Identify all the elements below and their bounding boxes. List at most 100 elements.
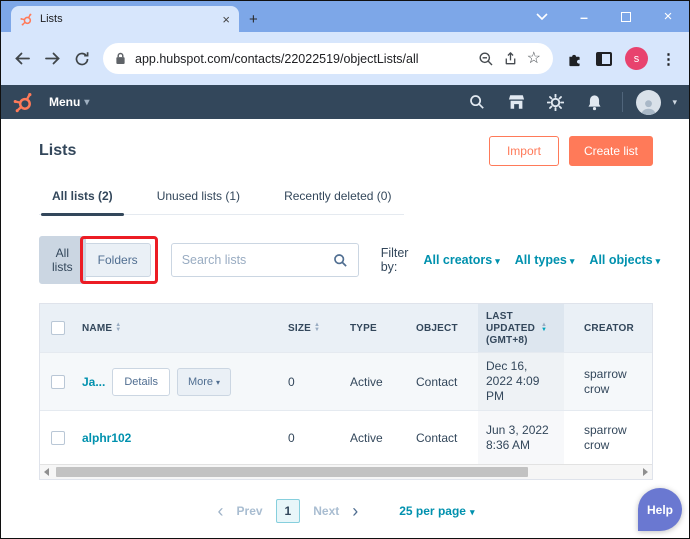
tab-close-icon[interactable]: ×	[222, 13, 230, 26]
timezone-label: (GMT+8)	[486, 335, 528, 346]
more-label: More	[187, 375, 214, 388]
folders-toggle-button[interactable]: Folders	[85, 243, 151, 277]
zoom-out-icon[interactable]	[478, 51, 494, 67]
settings-gear-icon[interactable]	[540, 93, 570, 111]
side-panel-icon[interactable]	[596, 51, 612, 66]
creator-cell: sparrow crow	[584, 422, 627, 452]
row-checkbox[interactable]	[51, 374, 65, 389]
extensions-puzzle-icon[interactable]	[566, 50, 583, 67]
search-icon[interactable]	[462, 94, 492, 110]
browser-toolbar: app.hubspot.com/contacts/22022519/object…	[1, 32, 689, 85]
column-header-last-updated[interactable]: LAST UPDATED ▲ ▼ (GMT+8)	[478, 304, 564, 352]
new-tab-button[interactable]: +	[249, 12, 258, 27]
import-button[interactable]: Import	[488, 136, 559, 166]
size-cell: 0	[288, 374, 295, 389]
object-cell: Contact	[416, 374, 458, 389]
menu-button[interactable]: Menu ▾	[49, 95, 89, 109]
window-menu-chevron-icon[interactable]	[521, 1, 563, 32]
horizontal-scrollbar[interactable]	[40, 464, 652, 479]
type-cell: Active	[350, 374, 383, 389]
column-header-object[interactable]: OBJECT	[410, 304, 478, 352]
size-cell: 0	[288, 430, 295, 445]
lists-page: Lists Import Create list All lists (2) U…	[1, 119, 689, 538]
filter-all-types[interactable]: All types ▾	[515, 253, 575, 267]
forward-icon[interactable]	[44, 51, 61, 66]
tab-recently-deleted[interactable]: Recently deleted (0)	[271, 180, 404, 214]
per-page-dropdown[interactable]: 25 per page ▾	[399, 504, 474, 518]
search-lists-input[interactable]	[181, 253, 327, 267]
object-cell: Contact	[416, 430, 458, 445]
browser-tab[interactable]: Lists ×	[11, 6, 239, 32]
url-text[interactable]: app.hubspot.com/contacts/22022519/object…	[135, 52, 469, 66]
browser-menu-dots-icon[interactable]: ⋮	[661, 50, 676, 68]
sort-icon[interactable]: ▲ ▼	[314, 322, 320, 333]
filter-all-objects-label: All objects	[589, 253, 653, 267]
last-updated-header-label: LAST UPDATED	[486, 311, 535, 334]
browser-profile-avatar[interactable]: s	[625, 47, 648, 70]
hubspot-logo-icon[interactable]	[13, 92, 34, 113]
row-checkbox[interactable]	[51, 430, 65, 445]
hubspot-navbar: Menu ▾ ▾	[1, 85, 689, 119]
address-bar[interactable]: app.hubspot.com/contacts/22022519/object…	[103, 43, 553, 74]
close-button[interactable]: ×	[647, 1, 689, 32]
list-controls: All lists Folders Filter by: All creator…	[39, 236, 660, 284]
page-title: Lists	[39, 142, 77, 159]
marketplace-icon[interactable]	[501, 94, 531, 110]
column-header-name[interactable]: NAME ▲ ▼	[76, 304, 282, 352]
table-row: Ja... Details More ▾ 0 Active Contact Dec…	[40, 352, 652, 410]
chevron-down-icon: ▾	[655, 256, 661, 266]
next-page-chevron-icon[interactable]: ›	[352, 502, 358, 520]
prev-page-button[interactable]: Prev	[237, 504, 263, 518]
minimize-button[interactable]: –	[563, 1, 605, 32]
browser-window: Lists × + – × app.hubspot.com/contacts/2…	[0, 0, 690, 539]
column-header-size[interactable]: SIZE ▲ ▼	[282, 304, 344, 352]
bookmark-star-icon[interactable]: ☆	[527, 50, 541, 67]
tab-unused-lists[interactable]: Unused lists (1)	[144, 180, 253, 214]
menu-chevron-icon: ▾	[84, 96, 90, 108]
current-page-button[interactable]: 1	[275, 499, 301, 523]
filter-all-creators[interactable]: All creators ▾	[423, 253, 499, 267]
select-all-checkbox[interactable]	[51, 321, 65, 335]
chevron-down-icon: ▾	[216, 377, 221, 387]
sort-desc-icon[interactable]: ▲ ▼	[541, 322, 547, 333]
all-lists-toggle-button[interactable]: All lists	[39, 236, 86, 284]
reload-icon[interactable]	[74, 51, 90, 67]
size-header-label: SIZE	[288, 322, 312, 334]
account-avatar[interactable]	[636, 89, 662, 115]
more-button[interactable]: More ▾	[176, 367, 232, 396]
name-header-label: NAME	[82, 322, 113, 334]
scroll-left-icon[interactable]	[44, 468, 49, 476]
table-header-row: NAME ▲ ▼ SIZE ▲ ▼ TYPE OBJECT LAST UPDATED…	[40, 304, 652, 352]
hubspot-favicon-icon	[20, 13, 33, 26]
next-page-button[interactable]: Next	[313, 504, 339, 518]
browser-titlebar: Lists × + – ×	[1, 1, 689, 32]
menu-label: Menu	[49, 95, 81, 109]
lock-icon	[115, 52, 126, 65]
nav-divider	[622, 92, 624, 112]
list-name-link[interactable]: alphr102	[82, 431, 131, 445]
scrollbar-thumb[interactable]	[56, 467, 528, 477]
type-cell: Active	[350, 430, 383, 445]
chevron-down-icon: ▾	[469, 507, 475, 517]
create-list-button[interactable]: Create list	[568, 136, 653, 166]
column-header-creator[interactable]: CREATOR	[564, 304, 652, 352]
column-header-type[interactable]: TYPE	[344, 304, 410, 352]
details-button[interactable]: Details	[112, 367, 170, 396]
prev-page-chevron-icon[interactable]: ‹	[218, 502, 224, 520]
scroll-right-icon[interactable]	[643, 468, 648, 476]
lists-table: NAME ▲ ▼ SIZE ▲ ▼ TYPE OBJECT LAST UPDATED…	[39, 303, 653, 480]
help-button[interactable]: Help	[638, 488, 682, 531]
notifications-bell-icon[interactable]	[579, 94, 609, 111]
creator-cell: sparrow crow	[584, 366, 627, 396]
chevron-down-icon: ▾	[569, 256, 575, 266]
last-updated-cell: Jun 3, 2022 8:36 AM	[478, 411, 564, 464]
sort-icon[interactable]: ▲ ▼	[115, 322, 121, 333]
filter-all-objects[interactable]: All objects ▾	[589, 253, 660, 267]
maximize-button[interactable]	[605, 1, 647, 32]
tab-all-lists[interactable]: All lists (2)	[39, 180, 126, 216]
search-lists-icon[interactable]	[333, 253, 348, 268]
account-chevron-icon[interactable]: ▾	[672, 97, 677, 108]
list-name-link[interactable]: Ja...	[82, 375, 105, 389]
share-icon[interactable]	[503, 51, 518, 66]
back-icon[interactable]	[14, 51, 31, 66]
